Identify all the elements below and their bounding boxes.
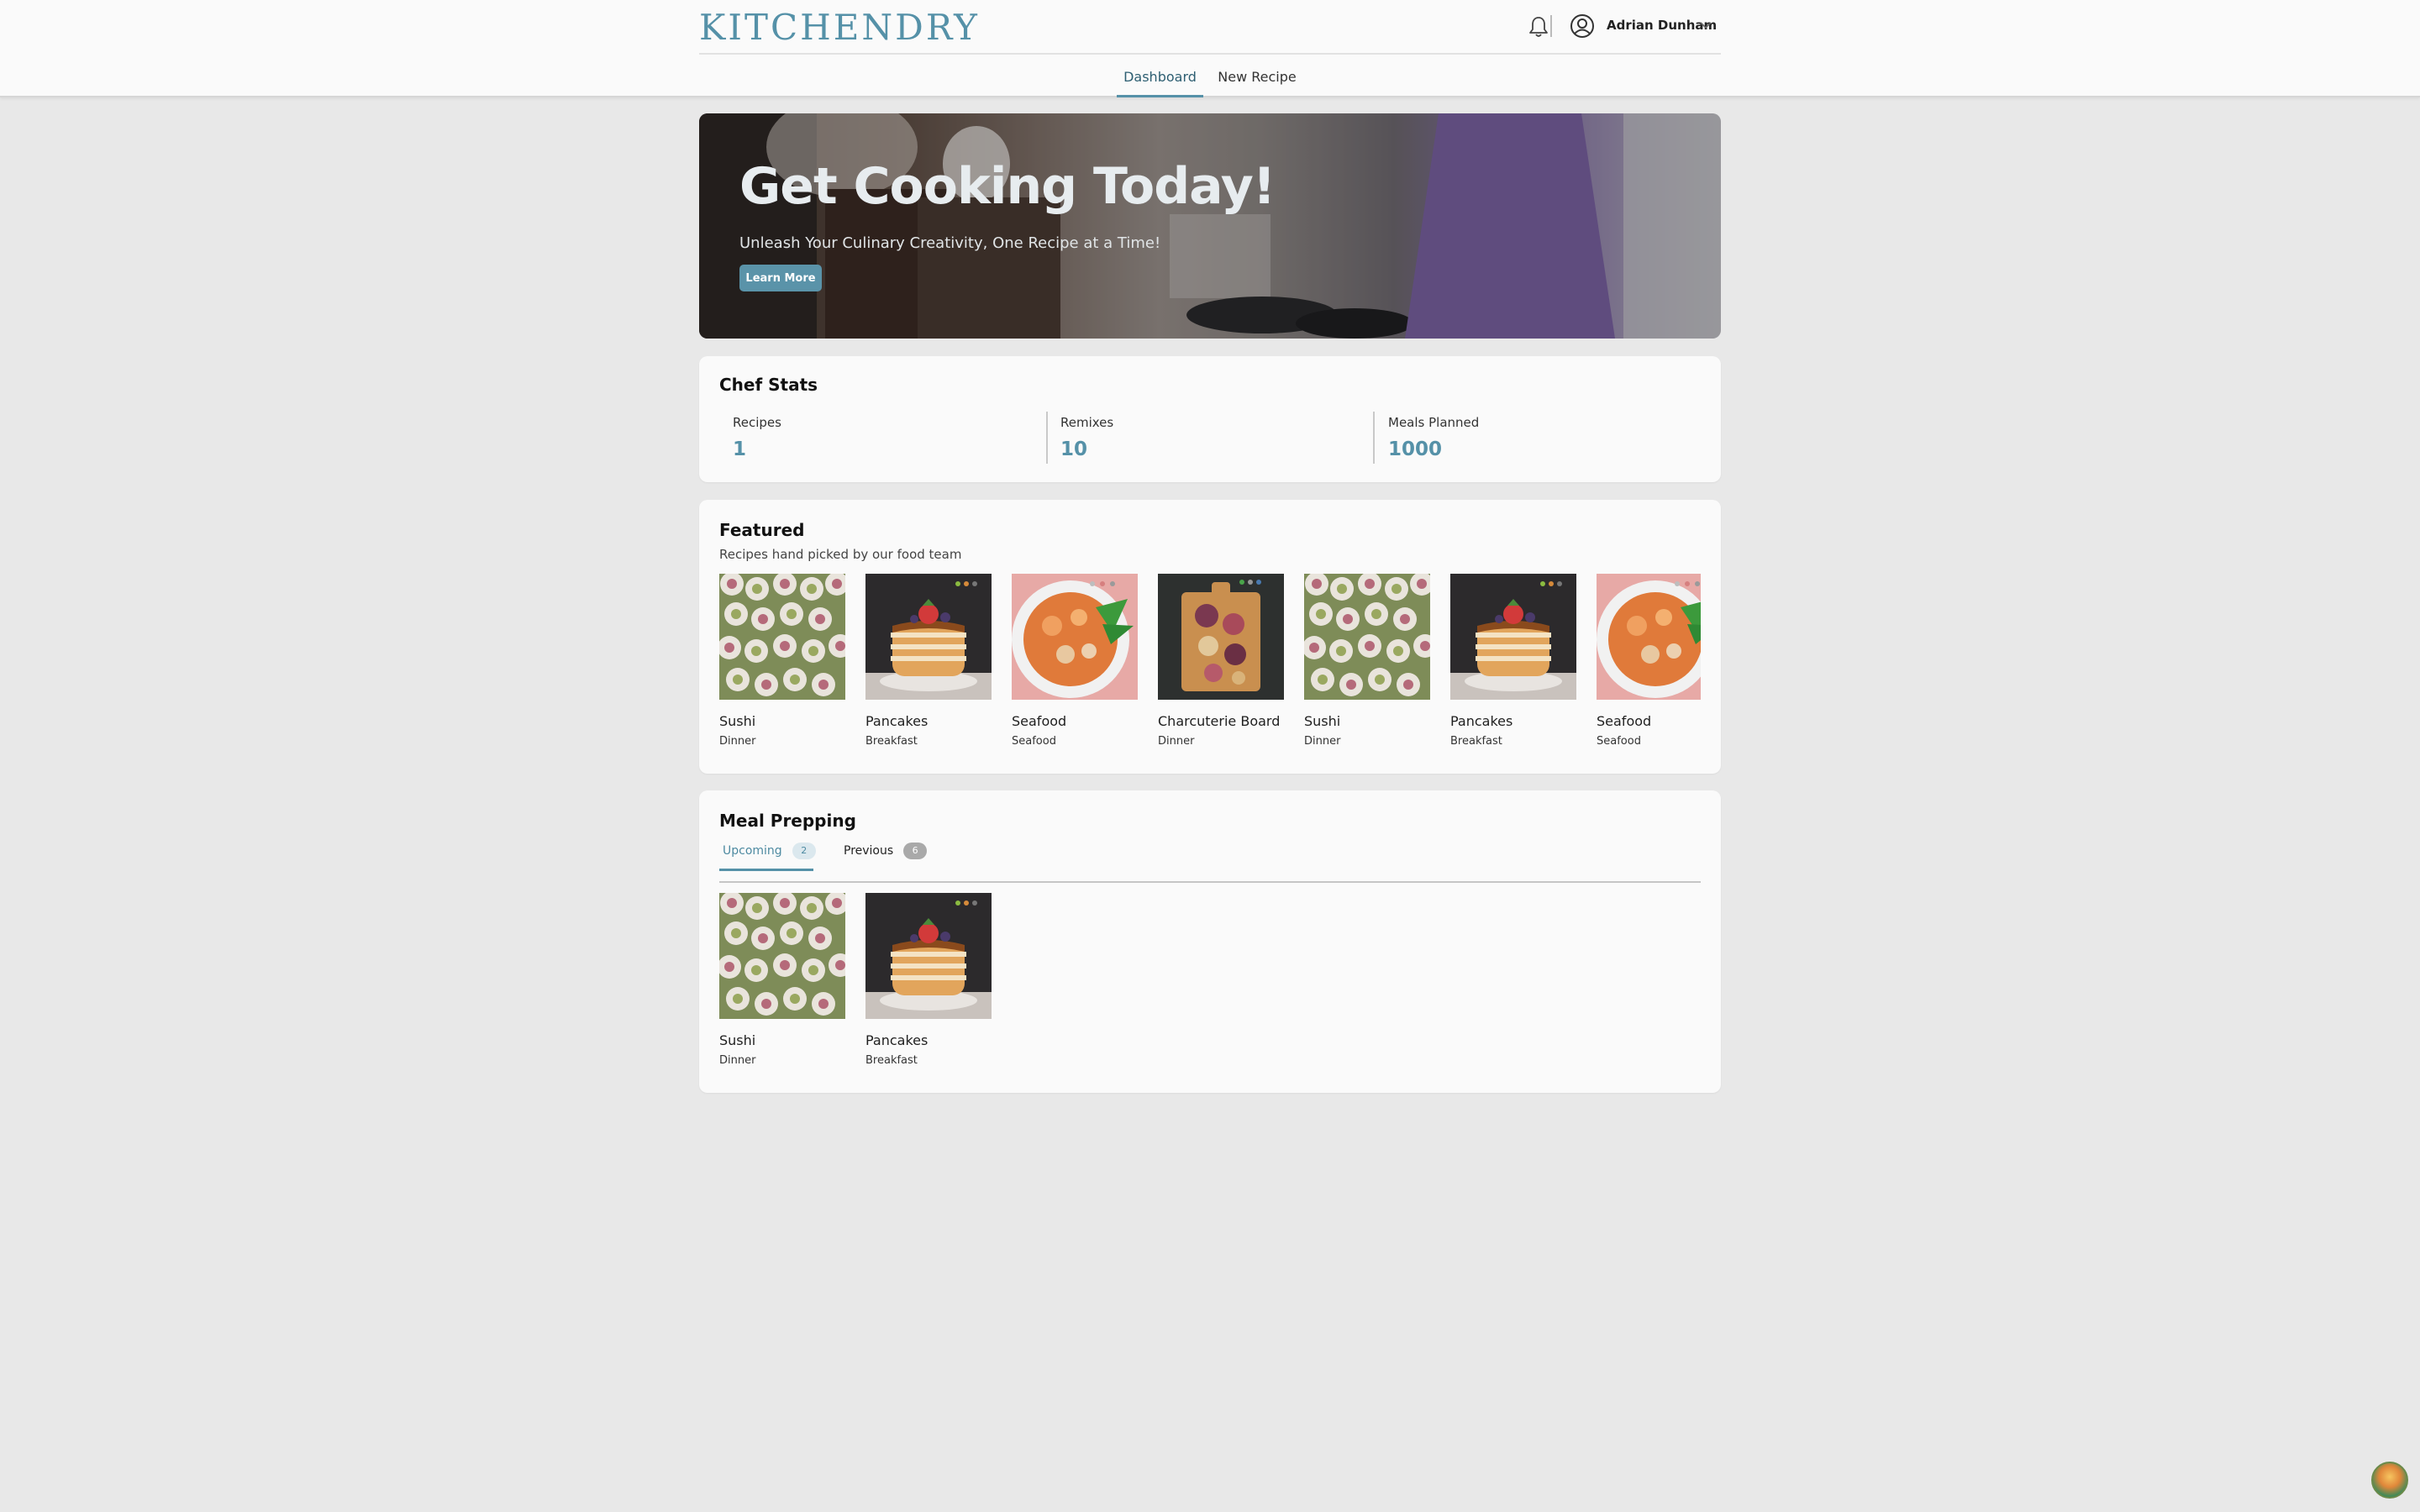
hero-subtitle: Unleash Your Culinary Creativity, One Re… [739, 234, 1161, 252]
stat-value: 10 [1060, 438, 1088, 460]
hero-overlay [699, 113, 1721, 339]
top-header: KITCHENDRY Adrian Dunham Dashboard New R… [0, 0, 2420, 97]
recipe-category: Dinner [1304, 735, 1341, 748]
count-badge: 2 [792, 843, 816, 859]
tab-dashboard[interactable]: Dashboard [1117, 69, 1203, 97]
pancakes-image [865, 574, 992, 700]
seafood-image [1012, 574, 1138, 700]
recipe-name: Charcuterie Board [1158, 713, 1281, 729]
hero-banner: Get Cooking Today! Unleash Your Culinary… [699, 113, 1721, 339]
recipe-category: Seafood [1012, 735, 1056, 748]
sushi-image [1304, 574, 1430, 700]
tabs-underline [719, 881, 1701, 883]
recipe-name: Sushi [719, 1032, 756, 1048]
recipe-name: Sushi [1304, 713, 1341, 729]
stat-label: Recipes [733, 415, 781, 430]
stat-meals-planned: Meals Planned 1000 [1388, 413, 1707, 465]
tab-upcoming[interactable]: Upcoming 2 [719, 843, 816, 871]
brand-logo[interactable]: KITCHENDRY [699, 7, 980, 48]
tab-label: Previous [844, 844, 894, 858]
seafood-image [1597, 574, 1701, 700]
meal-prepping-title: Meal Prepping [719, 811, 856, 831]
featured-title: Featured [719, 520, 805, 540]
recipe-name: Sushi [719, 713, 756, 729]
header-divider [699, 53, 1721, 55]
featured-carousel: Sushi Dinner Pancakes Breakfast Seafood … [719, 574, 1701, 775]
recipe-name: Pancakes [865, 713, 929, 729]
chef-stats-title: Chef Stats [719, 375, 818, 395]
chevron-down-icon[interactable] [1699, 20, 1712, 30]
recipe-name: Seafood [1012, 713, 1067, 729]
header-separator [1550, 15, 1552, 37]
stat-divider [1373, 412, 1375, 464]
pancakes-image [865, 893, 992, 1019]
stat-label: Remixes [1060, 415, 1114, 430]
stat-recipes: Recipes 1 [733, 413, 1052, 465]
recipe-category: Dinner [1158, 735, 1195, 748]
recipe-category: Seafood [1597, 735, 1641, 748]
tab-previous[interactable]: Previous 6 [844, 843, 936, 871]
featured-subtitle: Recipes hand picked by our food team [719, 547, 962, 562]
main-nav: Dashboard New Recipe [0, 59, 2420, 97]
bell-icon[interactable] [1528, 15, 1549, 39]
recipe-category: Dinner [719, 735, 756, 748]
count-badge: 6 [903, 843, 928, 859]
hero-title: Get Cooking Today! [739, 157, 1276, 216]
recipe-name: Pancakes [1450, 713, 1513, 729]
user-circle-icon[interactable] [1570, 13, 1595, 39]
learn-more-button[interactable]: Learn More [739, 265, 822, 291]
stat-value: 1000 [1388, 438, 1443, 460]
recipe-category: Dinner [719, 1054, 756, 1067]
tab-new-recipe[interactable]: New Recipe [1213, 69, 1301, 97]
pancakes-image [1450, 574, 1576, 700]
stat-value: 1 [733, 438, 747, 460]
recipe-name: Seafood [1597, 713, 1652, 729]
chef-stats-card: Chef Stats Recipes 1 Remixes 10 Meals Pl… [699, 356, 1721, 482]
stat-label: Meals Planned [1388, 415, 1480, 430]
featured-card: Featured Recipes hand picked by our food… [699, 500, 1721, 774]
stat-divider [1046, 412, 1048, 464]
recipe-category: Breakfast [865, 1054, 918, 1067]
assistant-avatar-icon[interactable] [2371, 1462, 2408, 1499]
charcuterie-image [1158, 574, 1284, 700]
recipe-category: Breakfast [865, 735, 918, 748]
sushi-image [719, 574, 845, 700]
sushi-image [719, 893, 845, 1019]
tab-label: Upcoming [723, 844, 782, 858]
recipe-name: Pancakes [865, 1032, 929, 1048]
meal-prepping-card: Meal Prepping Upcoming 2 Previous 6 Sushi … [699, 790, 1721, 1093]
recipe-category: Breakfast [1450, 735, 1502, 748]
stat-remixes: Remixes 10 [1060, 413, 1380, 465]
